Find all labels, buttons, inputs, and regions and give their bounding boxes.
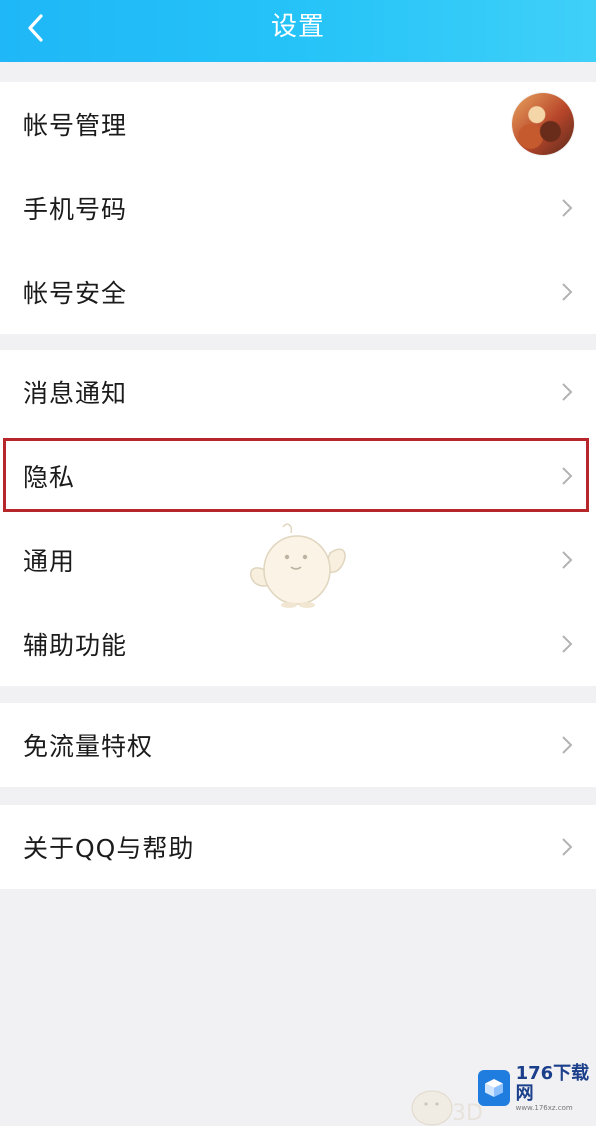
settings-item-label: 手机号码 xyxy=(23,195,128,224)
settings-item-accessibility[interactable]: 辅助功能 xyxy=(0,602,596,686)
chevron-right-icon xyxy=(562,551,573,569)
mascot-watermark-icon: 3D xyxy=(411,1090,482,1126)
settings-item-label: 辅助功能 xyxy=(23,631,128,660)
settings-item-free-data-privilege[interactable]: 免流量特权 xyxy=(0,703,596,787)
settings-item-privacy[interactable]: 隐私 xyxy=(0,434,596,518)
settings-item-account-security[interactable]: 帐号安全 xyxy=(0,250,596,334)
cube-logo-icon xyxy=(478,1070,510,1106)
brand-name: 176下载网 xyxy=(515,1062,590,1104)
settings-item-label: 通用 xyxy=(23,547,76,576)
chevron-right-icon xyxy=(562,635,573,653)
chevron-right-icon xyxy=(562,736,573,754)
page-title: 设置 xyxy=(270,12,325,42)
settings-item-label: 免流量特权 xyxy=(23,732,154,761)
settings-item-label: 隐私 xyxy=(23,463,76,492)
account-group: 帐号管理 手机号码 帐号安全 xyxy=(0,82,596,334)
settings-item-label: 帐号安全 xyxy=(23,279,128,308)
settings-item-notifications[interactable]: 消息通知 xyxy=(0,350,596,434)
chevron-right-icon xyxy=(562,467,573,485)
about-group: 关于QQ与帮助 xyxy=(0,805,596,889)
chevron-right-icon xyxy=(562,283,573,301)
site-watermark: 176下载网 www.176xz.com xyxy=(478,1063,596,1112)
avatar xyxy=(512,93,574,155)
brand-domain: www.176xz.com xyxy=(515,1103,573,1112)
settings-item-about-help[interactable]: 关于QQ与帮助 xyxy=(0,805,596,889)
chevron-right-icon xyxy=(562,838,573,856)
settings-item-label: 消息通知 xyxy=(23,379,128,408)
chevron-right-icon xyxy=(562,383,573,401)
settings-item-phone-number[interactable]: 手机号码 xyxy=(0,166,596,250)
settings-item-label: 关于QQ与帮助 xyxy=(23,834,195,863)
chevron-right-icon xyxy=(562,199,573,217)
title-bar: 设置 xyxy=(0,0,596,62)
penguin-watermark-icon xyxy=(249,523,346,608)
data-group: 免流量特权 xyxy=(0,703,596,787)
settings-item-account-management[interactable]: 帐号管理 xyxy=(0,82,596,166)
settings-item-label: 帐号管理 xyxy=(23,111,128,140)
